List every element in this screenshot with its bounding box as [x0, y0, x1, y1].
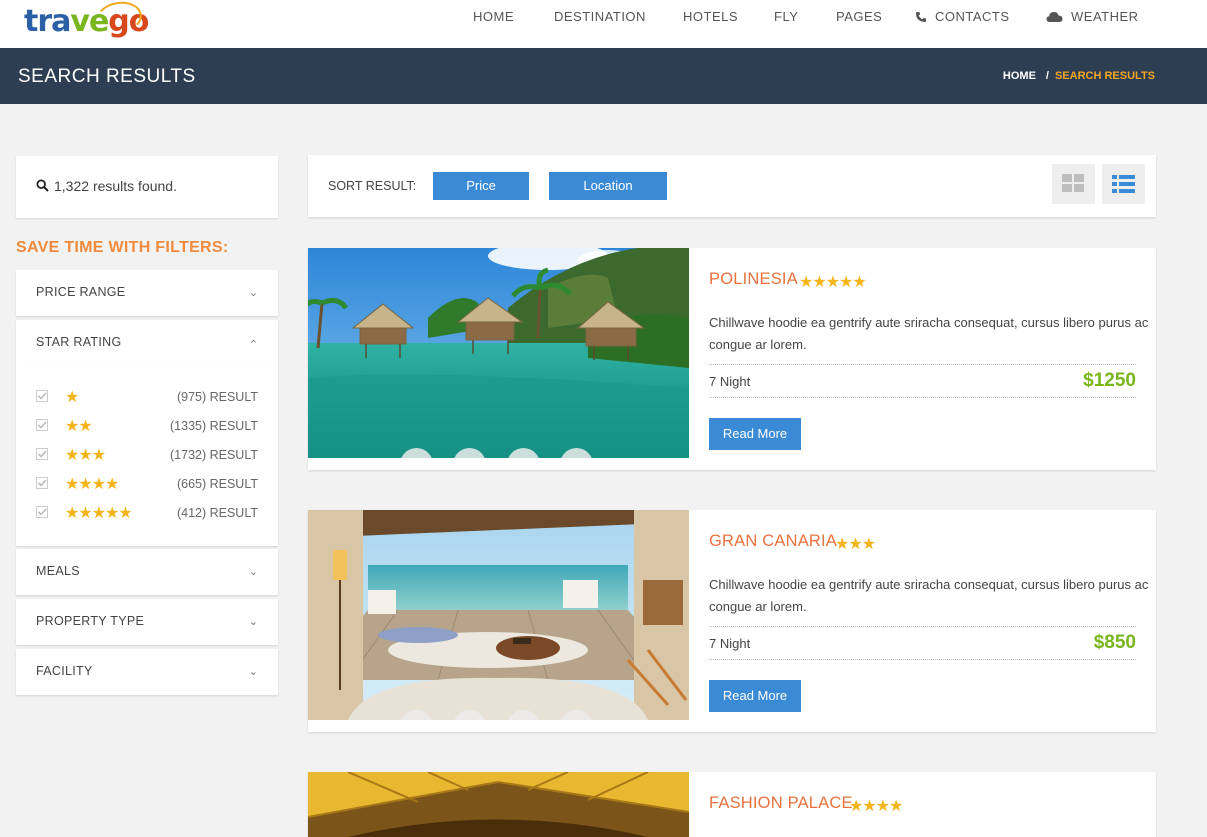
breadcrumb-home[interactable]: HOME [1003, 70, 1036, 82]
chevron-up-icon: ⌃ [248, 339, 258, 351]
star-option[interactable]: ★★★★ (665) RESULT [16, 474, 278, 494]
star-option-count: (975) RESULT [176, 390, 258, 404]
result-star-rating: ★★★★★ [799, 274, 867, 291]
star-rating-icons: ★★★★★ [65, 505, 133, 522]
checkbox-icon[interactable] [36, 448, 48, 460]
filter-star-rating[interactable]: STAR RATING ⌃ [16, 320, 278, 366]
chevron-down-icon: ⌄ [248, 616, 258, 628]
list-view-icon [1112, 175, 1135, 193]
nav-weather-label: WEATHER [1071, 9, 1139, 24]
filter-label: PRICE RANGE [36, 285, 126, 299]
nav-contacts-label: CONTACTS [935, 9, 1010, 24]
logo-text-part: tra [24, 4, 71, 39]
star-option-count: (1732) RESULT [170, 448, 258, 462]
result-card: FASHION PALACE ★★★★ [308, 772, 1156, 837]
result-card: POLINESIA ★★★★★ Chillwave hoodie ea gent… [308, 248, 1156, 470]
grid-view-button[interactable] [1052, 164, 1095, 204]
results-count-box: 1,322 results found. [16, 156, 278, 218]
divider [709, 626, 1136, 627]
star-option[interactable]: ★★ (1335) RESULT [16, 416, 278, 436]
sort-bar: SORT RESULT: Price Location [308, 155, 1156, 217]
ocean-villa-interior-photo [308, 510, 689, 720]
result-star-rating: ★★★ [835, 536, 876, 553]
chevron-down-icon: ⌄ [248, 287, 258, 299]
filter-price-range[interactable]: PRICE RANGE ⌄ [16, 270, 278, 316]
star-option-count: (412) RESULT [176, 506, 258, 520]
result-image-fashion-palace[interactable] [308, 772, 689, 837]
sort-label: SORT RESULT: [328, 179, 417, 193]
checkbox-icon[interactable] [36, 419, 48, 431]
filter-facility[interactable]: FACILITY ⌄ [16, 649, 278, 695]
page-header-band: SEARCH RESULTS HOME / SEARCH RESULTS [0, 48, 1207, 104]
result-image-gran-canaria[interactable] [308, 510, 689, 720]
chevron-down-icon: ⌄ [248, 566, 258, 578]
tropical-bungalow-photo [308, 248, 689, 458]
result-price: $1250 [1083, 370, 1136, 391]
result-title[interactable]: GRAN CANARIA [709, 532, 837, 551]
nav-fly[interactable]: FLY [774, 9, 798, 24]
breadcrumb: HOME / SEARCH RESULTS [1003, 70, 1155, 82]
star-option[interactable]: ★★★ (1732) RESULT [16, 445, 278, 465]
star-rating-icons: ★ [65, 389, 79, 406]
result-nights: 7 Night [709, 636, 751, 651]
filter-label: FACILITY [36, 664, 93, 678]
top-navbar: travego HOME DESTINATION HOTELS FLY PAGE… [0, 0, 1207, 48]
filter-property-type[interactable]: PROPERTY TYPE ⌄ [16, 599, 278, 645]
breadcrumb-separator: / [1045, 70, 1049, 82]
result-card: GRAN CANARIA ★★★ Chillwave hoodie ea gen… [308, 510, 1156, 732]
result-image-polinesia[interactable] [308, 248, 689, 458]
star-option-count: (1335) RESULT [170, 419, 258, 433]
filter-meals[interactable]: MEALS ⌄ [16, 549, 278, 595]
nav-pages[interactable]: PAGES [836, 9, 882, 24]
filters-heading: SAVE TIME WITH FILTERS: [16, 239, 229, 256]
nav-home[interactable]: HOME [473, 9, 514, 24]
results-count: 1,322 [54, 178, 90, 194]
list-view-button[interactable] [1102, 164, 1145, 204]
divider [709, 659, 1136, 660]
filter-label: PROPERTY TYPE [36, 614, 145, 628]
result-nights: 7 Night [709, 374, 751, 389]
result-title[interactable]: POLINESIA [709, 270, 798, 289]
checkbox-icon[interactable] [36, 390, 48, 402]
result-star-rating: ★★★★ [849, 798, 903, 815]
filter-label: STAR RATING [36, 335, 122, 349]
result-description: Chillwave hoodie ea gentrify aute srirac… [709, 315, 1149, 352]
star-option[interactable]: ★ (975) RESULT [16, 387, 278, 407]
cloud-icon [1046, 12, 1063, 22]
sort-price-button[interactable]: Price [433, 172, 529, 200]
result-title[interactable]: FASHION PALACE [709, 794, 853, 813]
chevron-down-icon: ⌄ [248, 666, 258, 678]
nav-weather[interactable]: WEATHER [1046, 9, 1139, 24]
filter-label: MEALS [36, 564, 80, 578]
star-rating-icons: ★★ [65, 418, 93, 435]
page-title: SEARCH RESULTS [18, 66, 196, 87]
checkbox-icon[interactable] [36, 506, 48, 518]
divider [709, 397, 1136, 398]
sort-location-button[interactable]: Location [549, 172, 667, 200]
result-description: Chillwave hoodie ea gentrify aute srirac… [709, 577, 1149, 614]
results-count-text: 1,322 results found. [54, 178, 177, 194]
search-icon [36, 179, 49, 192]
read-more-button[interactable]: Read More [709, 418, 801, 450]
nav-hotels[interactable]: HOTELS [683, 9, 738, 24]
read-more-button[interactable]: Read More [709, 680, 801, 712]
star-rating-icons: ★★★★ [65, 476, 119, 493]
star-rating-options: ★ (975) RESULT ★★ (1335) RESULT ★★★ (173… [16, 366, 278, 546]
phone-icon [916, 12, 926, 22]
checkbox-icon[interactable] [36, 477, 48, 489]
breadcrumb-current: SEARCH RESULTS [1054, 70, 1155, 82]
divider [709, 364, 1136, 365]
star-rating-icons: ★★★ [65, 447, 106, 464]
star-option-count: (665) RESULT [176, 477, 258, 491]
grid-view-icon [1062, 174, 1084, 192]
nav-destination[interactable]: DESTINATION [554, 9, 646, 24]
results-suffix: results found. [92, 178, 177, 194]
result-price: $850 [1093, 632, 1136, 653]
nav-contacts[interactable]: CONTACTS [915, 9, 1010, 24]
star-option[interactable]: ★★★★★ (412) RESULT [16, 503, 278, 523]
thatched-roof-photo [308, 772, 689, 837]
